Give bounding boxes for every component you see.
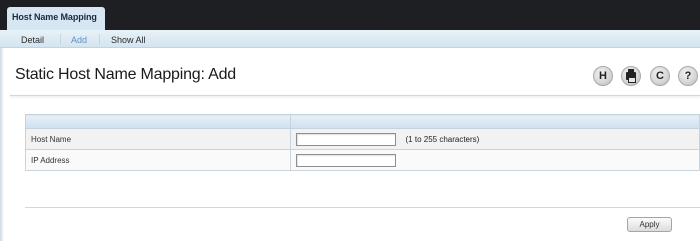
save-icon[interactable]: H [593,66,613,86]
subnav-show-all-link[interactable]: Show All [111,35,146,45]
help-icon[interactable]: ? [678,66,698,86]
subnav-add-link[interactable]: Add [71,35,87,45]
ip-address-label: IP Address [25,149,291,171]
print-icon[interactable] [621,66,641,86]
host-mapping-form: Host Name (1 to 255 characters) IP Addre… [25,114,700,171]
subnav-separator [99,34,100,45]
form-header-row [25,114,700,129]
subnav-separator [60,34,61,45]
host-name-label: Host Name [25,128,291,150]
host-name-hint: (1 to 255 characters) [405,134,480,144]
form-header-cell [290,114,700,129]
form-header-cell [25,114,291,129]
sub-navigation: Detail Add Show All [0,30,700,48]
refresh-icon[interactable]: C [650,66,670,86]
title-divider [10,95,700,96]
footer-divider [25,207,700,208]
form-row-ip-address: IP Address [25,149,700,171]
page-title: Static Host Name Mapping: Add [15,66,236,83]
apply-button[interactable]: Apply [627,217,672,232]
host-name-cell: (1 to 255 characters) [290,128,700,150]
content-left-edge [0,48,4,241]
printer-glyph [626,69,636,83]
host-name-input[interactable] [296,132,396,146]
form-row-host-name: Host Name (1 to 255 characters) [25,128,700,150]
top-bar: Host Name Mapping [0,0,700,30]
ip-address-cell [290,149,700,171]
ip-address-input[interactable] [296,153,396,167]
tab-host-name-mapping[interactable]: Host Name Mapping [7,7,105,30]
subnav-detail-link[interactable]: Detail [21,35,44,45]
